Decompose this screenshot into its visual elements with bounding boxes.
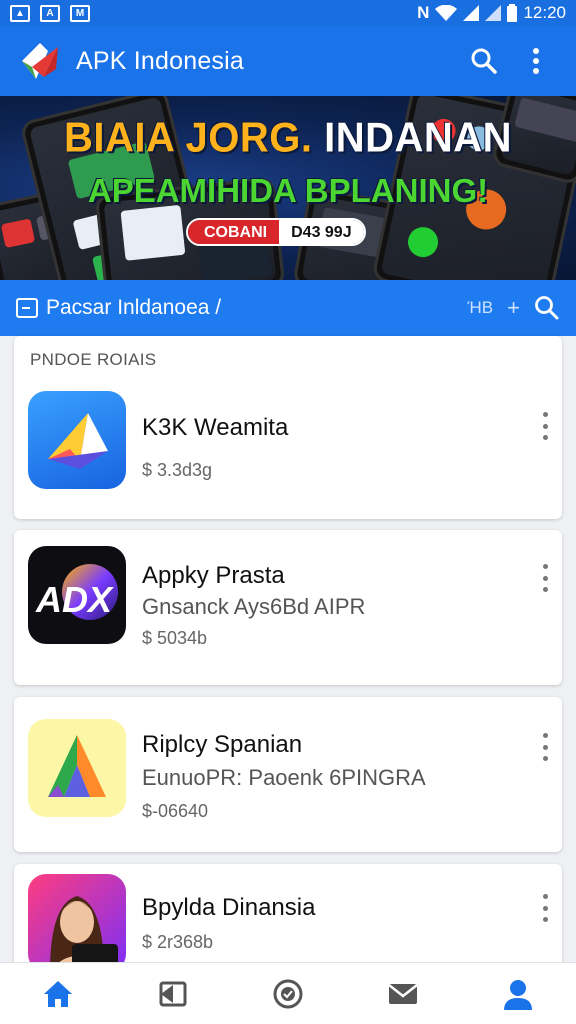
mail-icon[interactable] <box>373 968 433 1020</box>
status-time: 12:20 <box>523 3 566 22</box>
app-bar: APK Indonesia <box>0 26 576 96</box>
list-item[interactable]: PNDOE ROIAIS K3K Weamita $ 3.3d3g <box>14 336 562 519</box>
a-triangle-icon <box>28 719 126 817</box>
banner-headline: BIAIA JORG. INDANAN <box>0 115 576 162</box>
mail-notification-icon: M <box>70 4 90 22</box>
inbox-icon[interactable] <box>143 968 203 1020</box>
list-item[interactable]: ADX Appky Prasta Gnsanck Ays6Bd AIPR $ 5… <box>14 530 562 685</box>
app-name: Riplcy Spanian <box>142 731 303 758</box>
notification-icons: ▲ A M <box>10 4 90 22</box>
category-breadcrumb[interactable]: Pacsar Inldanoea / <box>46 296 468 320</box>
more-vert-icon[interactable] <box>538 564 552 592</box>
battery-icon <box>507 4 518 22</box>
svg-text:ADX: ADX <box>35 579 114 620</box>
adx-icon: ADX <box>28 546 126 644</box>
app-name: Bpylda Dinansia <box>142 894 316 921</box>
woman-portrait-icon <box>28 874 126 972</box>
bottom-navigation <box>0 962 576 1024</box>
category-tools: ΉΒ + <box>468 295 560 321</box>
banner-headline-part2: INDANAN <box>312 114 513 162</box>
check-circle-icon[interactable] <box>258 968 318 1020</box>
app-price: $ 2r368b <box>142 932 214 952</box>
banner-headline-part1: BIAIA JORG. <box>63 114 313 162</box>
a-notification-icon: A <box>40 4 60 22</box>
promo-banner[interactable]: BIAIA JORG. INDANAN APEAMIHIDA BPLANING!… <box>0 96 576 280</box>
banner-subheadline: APEAMIHIDA BPLANING! <box>87 172 489 209</box>
app-name: K3K Weamita <box>142 414 289 441</box>
nfc-icon: N <box>417 3 430 22</box>
image-notification-icon: ▲ <box>10 4 30 22</box>
home-icon[interactable] <box>28 968 88 1020</box>
category-icon <box>16 298 38 318</box>
search-icon[interactable] <box>534 295 560 321</box>
status-bar: ▲ A M N 12:20 <box>0 0 576 26</box>
system-icons: N 12:20 <box>417 3 566 23</box>
app-subtitle: EunuoPR: Paoenk 6PINGRA <box>142 765 426 790</box>
category-bar: Pacsar Inldanoea / ΉΒ + <box>0 280 576 336</box>
add-button[interactable]: + <box>507 295 520 321</box>
more-vert-icon[interactable] <box>538 412 552 440</box>
signal-icon <box>463 5 480 21</box>
app-price: $ 5034b <box>142 628 208 648</box>
app-price: $ 3.3d3g <box>142 460 213 480</box>
more-vert-icon[interactable] <box>538 733 552 761</box>
paper-plane-icon <box>28 391 126 489</box>
app-name: Appky Prasta <box>142 562 285 589</box>
app-subtitle: Gnsanck Ays6Bd AIPR <box>142 594 366 619</box>
more-vert-icon[interactable] <box>538 894 552 922</box>
signal-icon <box>485 5 502 21</box>
banner-cta-right: D43 99J <box>279 220 364 244</box>
banner-cta-left: COBANI <box>188 220 280 244</box>
search-icon[interactable] <box>462 39 506 83</box>
section-title: PNDOE ROIAIS <box>30 350 157 369</box>
grid-toggle-button[interactable]: ΉΒ <box>468 298 494 318</box>
profile-icon[interactable] <box>488 968 548 1020</box>
list-item[interactable]: Riplcy Spanian EunuoPR: Paoenk 6PINGRA $… <box>14 697 562 852</box>
app-title: APK Indonesia <box>76 46 244 75</box>
banner-cta-button[interactable]: COBANI D43 99J <box>186 218 366 246</box>
wifi-icon <box>435 5 458 21</box>
more-vert-icon[interactable] <box>514 39 558 83</box>
app-logo-icon <box>22 43 58 79</box>
app-price: $-06640 <box>142 801 209 821</box>
